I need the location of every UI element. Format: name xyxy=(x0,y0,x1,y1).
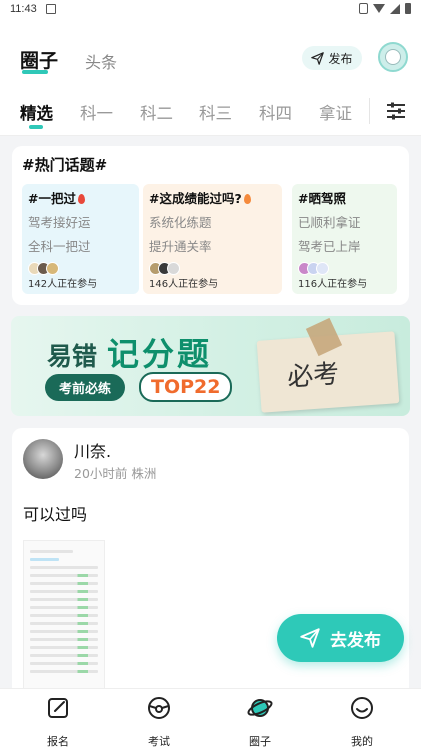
status-icons xyxy=(359,3,411,14)
topic-line: 提升通关率 xyxy=(149,239,212,254)
banner-pill: 考前必练 xyxy=(45,374,126,401)
image-line xyxy=(30,582,98,585)
post-text: 可以过吗 xyxy=(23,505,88,524)
publish-label: 发布 xyxy=(328,51,353,66)
hot-topics-title: #热门话题# xyxy=(22,156,108,174)
post-meta: 20小时前 株洲 xyxy=(74,466,157,481)
status-time: 11:43 xyxy=(10,3,37,15)
banner-note-text: 必考 xyxy=(286,359,341,393)
tab-circle-underline xyxy=(22,70,48,74)
participant-avatar xyxy=(167,262,180,275)
nav-label: 考试 xyxy=(148,735,170,748)
post-author-avatar[interactable] xyxy=(23,439,63,479)
participant-avatar xyxy=(316,262,329,275)
tab-subject-3[interactable]: 科三 xyxy=(199,100,232,124)
topic-card[interactable]: #这成绩能过吗? 系统化练题 提升通关率 146人正在参与 xyxy=(143,184,282,294)
tab-featured-underline xyxy=(29,125,43,129)
topic-line: 系统化练题 xyxy=(149,215,212,230)
topic-name: #一把过 xyxy=(28,188,133,207)
banner-title: 易错 记分题 xyxy=(47,329,212,375)
participant-avatar xyxy=(46,262,59,275)
signal-icon xyxy=(390,3,400,14)
post-username[interactable]: 川奈. xyxy=(74,438,111,462)
bottom-navigation: 报名 考试 圈子 我的 xyxy=(0,688,421,750)
image-line xyxy=(30,654,98,657)
send-icon xyxy=(311,51,325,65)
vibrate-icon xyxy=(359,3,368,14)
status-bar: 11:43 xyxy=(0,0,421,20)
image-line xyxy=(30,574,98,577)
post-image-thumbnail[interactable] xyxy=(23,540,105,698)
topic-line: 驾考接好运 xyxy=(28,215,91,230)
smile-face-icon xyxy=(351,697,373,719)
image-line xyxy=(30,606,98,609)
tab-subject-2[interactable]: 科二 xyxy=(140,100,173,124)
image-line xyxy=(30,550,74,553)
publish-button[interactable]: 发布 xyxy=(302,46,362,70)
send-icon xyxy=(300,628,320,648)
image-line xyxy=(30,590,98,593)
category-tabs: 精选 科一 科二 科三 科四 拿证 xyxy=(0,90,421,136)
image-line xyxy=(30,630,98,633)
topic-participants: 142人正在参与 xyxy=(28,279,98,290)
go-publish-label: 去发布 xyxy=(330,630,381,651)
user-avatar[interactable] xyxy=(378,42,408,72)
image-line xyxy=(30,622,98,625)
image-line xyxy=(30,646,98,649)
topic-card[interactable]: #晒驾照 已顺利拿证 驾考已上岸 116人正在参与 xyxy=(292,184,397,294)
tabs-divider xyxy=(369,98,370,124)
fire-icon xyxy=(243,194,251,204)
image-line xyxy=(30,558,59,561)
topic-name: #这成绩能过吗? xyxy=(149,188,276,207)
tab-featured[interactable]: 精选 xyxy=(20,100,53,124)
banner-title-big: 记分题 xyxy=(107,335,213,373)
go-publish-button[interactable]: 去发布 xyxy=(277,614,404,662)
image-line xyxy=(30,614,98,617)
avatar-face-icon xyxy=(385,49,401,65)
topic-participants: 146人正在参与 xyxy=(149,279,219,290)
hot-topics-card: #热门话题# #一把过 驾考接好运 全科一把过 142人正在参与 #这成绩能过吗… xyxy=(12,146,409,305)
notification-icon xyxy=(46,4,56,14)
planet-icon xyxy=(247,699,273,717)
topic-card[interactable]: #一把过 驾考接好运 全科一把过 142人正在参与 xyxy=(22,184,139,294)
topic-line: 驾考已上岸 xyxy=(298,239,361,254)
topic-line: 全科一把过 xyxy=(28,239,91,254)
topic-participants: 116人正在参与 xyxy=(298,279,368,290)
image-line xyxy=(30,638,98,641)
promo-banner[interactable]: 易错 记分题 考前必练 TOP22 必考 xyxy=(11,316,410,416)
tab-headlines[interactable]: 头条 xyxy=(85,49,117,73)
nav-label: 报名 xyxy=(47,735,69,748)
filter-settings-icon[interactable] xyxy=(386,102,406,120)
wifi-icon xyxy=(373,4,385,13)
banner-title-small: 易错 xyxy=(47,342,98,371)
topic-line: 已顺利拿证 xyxy=(298,215,361,230)
image-line xyxy=(30,566,98,569)
nav-profile[interactable]: 我的 xyxy=(332,695,392,749)
nav-label: 我的 xyxy=(351,735,373,748)
fire-icon xyxy=(77,194,85,204)
participant-avatars xyxy=(298,262,329,275)
edit-icon xyxy=(48,698,68,718)
participant-avatars xyxy=(28,262,59,275)
banner-badge: TOP22 xyxy=(139,372,233,402)
nav-circle[interactable]: 圈子 xyxy=(230,695,290,749)
nav-signup[interactable]: 报名 xyxy=(28,695,88,749)
image-line xyxy=(30,662,98,665)
nav-label: 圈子 xyxy=(249,735,271,748)
topic-name: #晒驾照 xyxy=(298,191,346,206)
steering-wheel-icon xyxy=(148,697,170,719)
nav-exam[interactable]: 考试 xyxy=(129,695,189,749)
image-line xyxy=(30,670,98,673)
tab-subject-4[interactable]: 科四 xyxy=(259,100,292,124)
tab-subject-1[interactable]: 科一 xyxy=(80,100,113,124)
battery-icon xyxy=(405,3,411,14)
top-header: 圈子 头条 发布 xyxy=(0,20,421,90)
tab-circle[interactable]: 圈子 xyxy=(20,46,58,73)
image-line xyxy=(30,598,98,601)
participant-avatars xyxy=(149,262,180,275)
tab-get-license[interactable]: 拿证 xyxy=(319,100,352,124)
